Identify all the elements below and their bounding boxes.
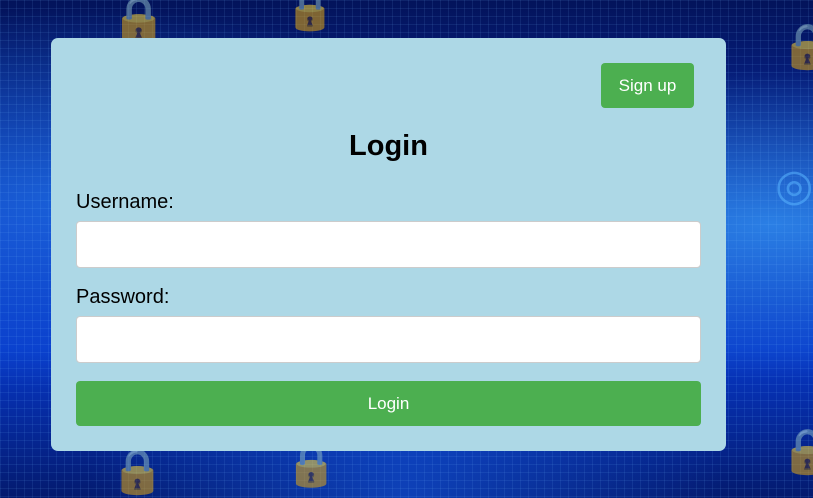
login-card: Sign up Login Username: Password: Login (51, 38, 726, 451)
padlock-icon: 🔒 (780, 21, 813, 72)
password-label: Password: (76, 286, 170, 308)
padlock-icon: 🔒 (110, 446, 165, 497)
login-title: Login (349, 130, 428, 162)
circuit-ring-icon: ◎ (775, 160, 813, 211)
username-input[interactable] (76, 221, 701, 268)
login-button[interactable]: Login (76, 381, 701, 426)
username-label: Username: (76, 191, 174, 213)
password-input[interactable] (76, 316, 701, 363)
signup-button[interactable]: Sign up (601, 63, 694, 108)
padlock-icon: 🔒 (780, 426, 813, 477)
padlock-icon: 🔒 (285, 0, 335, 33)
